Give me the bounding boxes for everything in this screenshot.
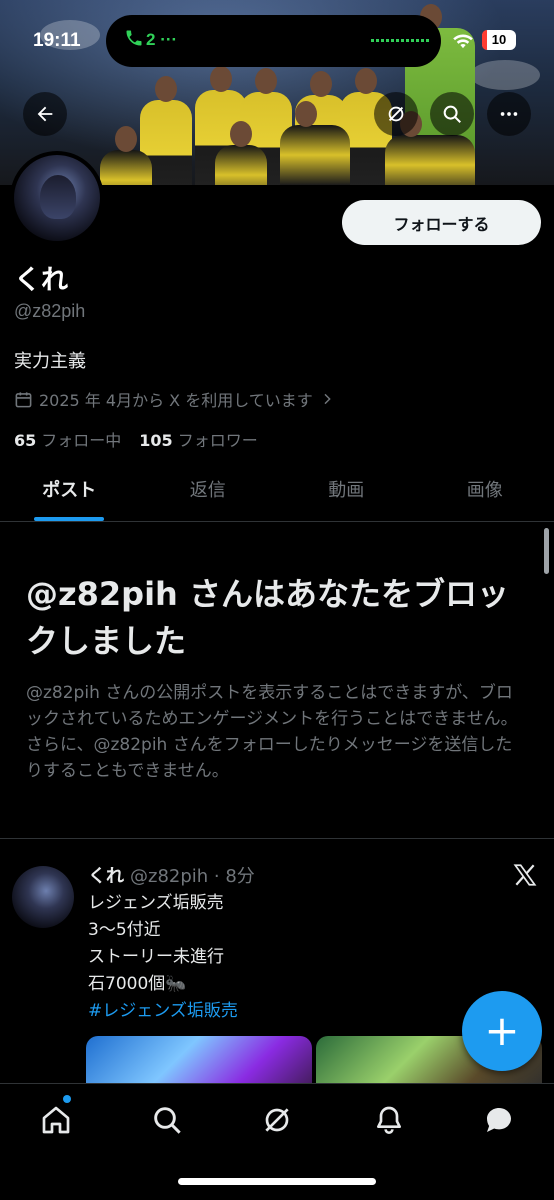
bio: 実力主義 xyxy=(14,351,86,372)
scrollbar[interactable] xyxy=(544,528,549,574)
tab-videos[interactable]: 動画 xyxy=(277,466,416,521)
profile-tabs: ポスト 返信 動画 画像 xyxy=(0,466,554,522)
joined-text: 2025 年 4月から X を利用しています xyxy=(39,391,313,410)
post-header: くれ @z82pih · 8分 xyxy=(88,862,255,888)
display-name: くれ xyxy=(14,265,68,296)
post-text: レジェンズ垢販売 3〜5付近 ストーリー未進行 石7000個🐜 #レジェンズ垢販… xyxy=(88,890,238,1025)
follow-button[interactable]: フォローする xyxy=(342,200,541,245)
follow-counts: 65 フォロー中 105 フォロワー xyxy=(14,427,258,451)
followers-label: フォロワー xyxy=(177,431,258,450)
tab-replies[interactable]: 返信 xyxy=(139,466,278,521)
x-logo-icon xyxy=(513,864,537,886)
post-hashtag[interactable]: #レジェンズ垢販売 xyxy=(88,998,238,1025)
tab-media[interactable]: 画像 xyxy=(416,466,554,521)
search-icon xyxy=(154,1107,181,1134)
grok-icon xyxy=(388,106,404,122)
dynamic-island[interactable]: 2 ··· xyxy=(106,15,441,67)
phone-icon xyxy=(124,28,144,53)
nav-search[interactable] xyxy=(149,1102,185,1138)
player-figure xyxy=(100,126,152,185)
followers-count: 105 xyxy=(139,431,173,450)
post-line: ストーリー未進行 xyxy=(88,947,224,967)
battery-indicator: 10 xyxy=(482,30,516,50)
wifi-icon xyxy=(453,34,473,49)
compose-button[interactable]: + xyxy=(462,991,542,1071)
call-count: 2 ··· xyxy=(146,30,178,49)
player-figure xyxy=(280,101,350,185)
post-line: 3〜5付近 xyxy=(88,920,161,940)
more-button[interactable] xyxy=(487,92,531,136)
nav-home[interactable] xyxy=(38,1102,74,1138)
call-count-value: 2 xyxy=(146,30,156,49)
profile-avatar[interactable] xyxy=(10,151,104,245)
stadium-light xyxy=(470,60,540,90)
nav-grok[interactable] xyxy=(259,1102,295,1138)
tab-posts[interactable]: ポスト xyxy=(0,466,139,521)
following-count: 65 xyxy=(14,431,37,450)
status-time: 19:11 xyxy=(33,30,81,51)
block-notice-body: @z82pih さんの公開ポストを表示することはできますが、ブロックされているた… xyxy=(26,683,518,781)
audio-waveform xyxy=(371,39,429,42)
grok-icon xyxy=(265,1108,289,1132)
player-figure xyxy=(385,111,475,185)
nav-notifications[interactable] xyxy=(371,1102,407,1138)
post-author-name[interactable]: くれ xyxy=(88,862,124,888)
divider xyxy=(0,838,554,839)
calendar-icon xyxy=(15,391,32,407)
handle: @z82pih xyxy=(14,301,86,321)
back-button[interactable] xyxy=(23,92,67,136)
search-icon xyxy=(443,105,461,123)
joined-date[interactable]: 2025 年 4月から X を利用しています xyxy=(14,387,335,411)
arrow-left-icon xyxy=(37,106,53,122)
message-icon xyxy=(487,1108,511,1132)
more-icon xyxy=(500,112,518,116)
home-icon xyxy=(42,1106,70,1134)
search-button[interactable] xyxy=(430,92,474,136)
following-link[interactable]: 65 フォロー中 xyxy=(14,427,121,451)
nav-messages[interactable] xyxy=(481,1102,517,1138)
post-avatar[interactable] xyxy=(12,866,74,928)
grok-button[interactable] xyxy=(374,92,418,136)
chevron-right-icon xyxy=(324,393,331,405)
followers-link[interactable]: 105 フォロワー xyxy=(139,427,257,451)
block-notice-title: @z82pih さんはあなたをブロックしました xyxy=(26,575,509,660)
player-figure xyxy=(215,121,267,185)
post-line: 石7000個🐜 xyxy=(88,974,187,994)
post-line: レジェンズ垢販売 xyxy=(88,893,224,913)
home-indicator[interactable] xyxy=(178,1178,376,1185)
following-label: フォロー中 xyxy=(41,431,122,450)
notification-dot xyxy=(63,1095,71,1103)
bell-icon xyxy=(377,1106,401,1134)
post-handle-time: @z82pih · 8分 xyxy=(130,866,255,887)
